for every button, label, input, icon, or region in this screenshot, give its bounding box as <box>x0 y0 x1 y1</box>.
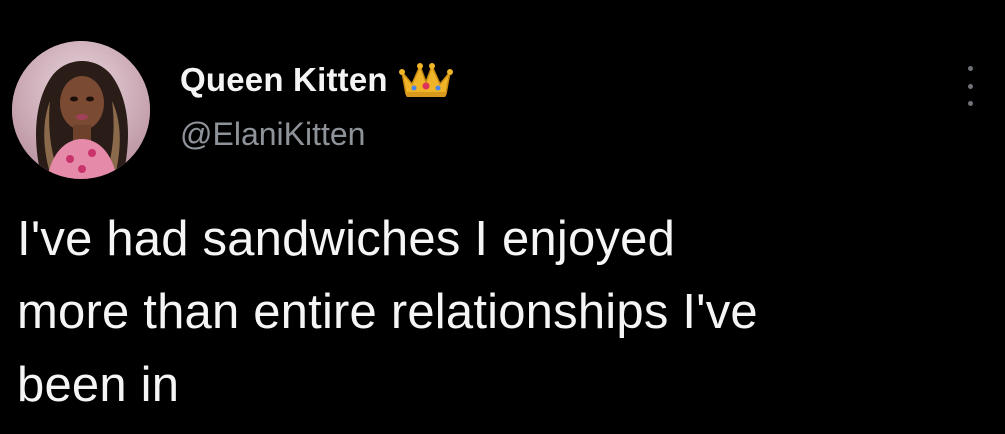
crown-icon <box>398 63 453 97</box>
avatar[interactable] <box>12 41 150 179</box>
tweet-text: I've had sandwiches I enjoyed more than … <box>17 212 758 412</box>
more-options-icon[interactable] <box>958 66 982 106</box>
tweet-card: Queen Kitten @ElaniKitten I've had sandw… <box>0 0 1005 434</box>
dot <box>967 66 973 71</box>
profile-photo-icon <box>12 41 150 179</box>
name-row: Queen Kitten <box>180 58 454 102</box>
dot <box>967 101 973 106</box>
author-block: Queen Kitten @ElaniKitten <box>180 58 454 158</box>
display-name[interactable]: Queen Kitten <box>180 61 388 99</box>
user-handle[interactable]: @ElaniKitten <box>180 116 454 153</box>
dot <box>967 83 973 89</box>
